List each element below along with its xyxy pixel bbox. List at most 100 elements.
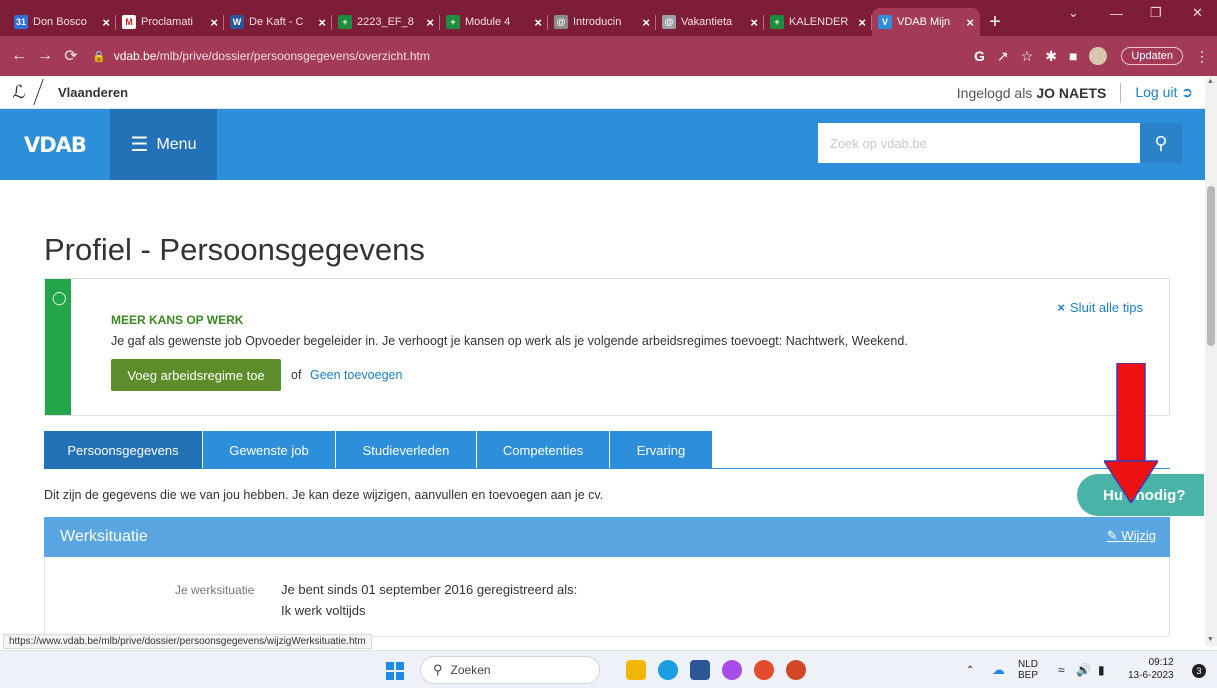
bookmark-star-icon[interactable]: ☆: [1021, 48, 1034, 65]
time: 09:12: [1148, 657, 1174, 668]
tip-strip: ◯: [45, 279, 71, 415]
logged-in-label: Ingelogd als: [956, 84, 1033, 101]
browser-tab[interactable]: V VDAB Mijn ×: [872, 8, 980, 36]
browser-tab[interactable]: 31 Don Bosco ×: [8, 8, 116, 36]
tab-title: Module 4: [465, 16, 511, 28]
tab-search-chevron-icon[interactable]: ⌄: [1068, 0, 1079, 26]
tab-close-icon[interactable]: ×: [102, 15, 110, 30]
browser-tab[interactable]: M Proclamati ×: [116, 8, 224, 36]
tip-text: Je gaf als gewenste job Opvoeder begelei…: [111, 334, 908, 348]
tab-title: 2223_EF_8: [357, 16, 414, 28]
browser-tab-strip: 31 Don Bosco × M Proclamati × W De Kaft - C × +22…: [0, 0, 1217, 36]
google-icon[interactable]: G: [974, 48, 985, 64]
tab-close-icon[interactable]: ×: [642, 15, 650, 30]
tab-gewenste-job[interactable]: Gewenste job: [203, 431, 335, 469]
browser-tab[interactable]: + Module 4 ×: [440, 8, 548, 36]
tab-favicon-icon: @: [554, 15, 568, 29]
url-field[interactable]: 🔒 vdab.be/mlb/prive/dossier/persoonsgege…: [92, 42, 964, 70]
share-icon[interactable]: ↗: [997, 48, 1009, 65]
windows-taskbar: ⚲ Zoeken ⌃ ☁ NLD BEP ≈ 🔊 ▮ 09:12 13-6-202…: [0, 650, 1217, 688]
tab-favicon-icon: W: [230, 15, 244, 29]
browser-menu-icon[interactable]: ⋮: [1195, 48, 1209, 65]
tab-persoonsgegevens[interactable]: Persoonsgegevens: [44, 431, 202, 469]
page-scrollbar[interactable]: ▲ ▼: [1205, 76, 1217, 646]
tab-title: De Kaft - C: [249, 16, 304, 28]
profile-avatar-icon[interactable]: [1089, 47, 1108, 65]
url-path: /mlb/prive/dossier/persoonsgegevens/over…: [156, 49, 430, 63]
language-indicator[interactable]: NLD BEP: [1018, 651, 1038, 688]
scroll-down-icon[interactable]: ▼: [1207, 636, 1214, 643]
url-domain: vdab.be: [113, 49, 157, 63]
browser-tab[interactable]: W De Kaft - C ×: [224, 8, 332, 36]
lightbulb-icon: ◯: [52, 290, 67, 305]
battery-icon[interactable]: ▮: [1098, 651, 1105, 688]
tab-favicon-icon: V: [878, 15, 892, 29]
search-button[interactable]: ⚲: [1140, 123, 1182, 163]
browser-tab[interactable]: + KALENDER ×: [764, 8, 872, 36]
wifi-icon[interactable]: ≈: [1058, 651, 1065, 688]
close-all-tips-link[interactable]: × Sluit alle tips: [1057, 300, 1143, 315]
browser-tab[interactable]: @ Introducin ×: [548, 8, 656, 36]
store-icon[interactable]: [690, 660, 710, 680]
vlaanderen-lion-icon[interactable]: ℒ: [0, 82, 38, 103]
tab-favicon-icon: +: [446, 15, 460, 29]
restore-button[interactable]: ❐: [1150, 0, 1162, 26]
start-icon[interactable]: [386, 662, 404, 680]
taskbar-search[interactable]: ⚲ Zoeken: [420, 656, 600, 684]
minimize-button[interactable]: —: [1110, 0, 1123, 26]
date: 13-6-2023: [1128, 670, 1174, 681]
tab-title: VDAB Mijn: [897, 16, 951, 28]
forward-icon[interactable]: →: [34, 47, 56, 65]
vlaanderen-name[interactable]: Vlaanderen: [58, 85, 128, 100]
tray-overflow-icon[interactable]: ⌃: [966, 651, 974, 688]
tab-competenties[interactable]: Competenties: [477, 431, 609, 469]
red-arrow-annotation: [1104, 363, 1158, 503]
tab-close-icon[interactable]: ×: [210, 15, 218, 30]
notification-badge[interactable]: 3: [1192, 664, 1206, 678]
file-explorer-icon[interactable]: [626, 660, 646, 680]
back-icon[interactable]: ←: [8, 47, 30, 65]
tab-studieverleden[interactable]: Studieverleden: [336, 431, 476, 469]
powerpoint-icon[interactable]: [786, 660, 806, 680]
vdab-logo[interactable]: VDAB: [24, 133, 87, 157]
menu-button[interactable]: ☰ Menu: [110, 109, 217, 180]
divider: [1120, 82, 1122, 103]
site-search-input[interactable]: [818, 123, 1140, 163]
tab-title: KALENDER: [789, 16, 849, 28]
clock[interactable]: 09:12 13-6-2023: [1128, 656, 1174, 682]
tip-or-label: of: [291, 368, 302, 382]
intro-text: Dit zijn de gegevens die we van jou hebb…: [44, 488, 604, 502]
tab-close-icon[interactable]: ×: [534, 15, 542, 30]
tab-favicon-icon: +: [770, 15, 784, 29]
tab-favicon-icon: 31: [14, 15, 28, 29]
edit-link[interactable]: ✎ Wijzig: [1107, 528, 1156, 544]
new-tab-button[interactable]: +: [980, 8, 1010, 36]
volume-icon[interactable]: 🔊: [1076, 651, 1091, 688]
tab-title: Introducin: [573, 16, 622, 28]
tab-ervaring[interactable]: Ervaring: [610, 431, 712, 469]
logout-link[interactable]: Log uit ➲: [1135, 84, 1193, 101]
close-all-tips-label: Sluit alle tips: [1070, 300, 1143, 315]
tab-close-icon[interactable]: ×: [750, 15, 758, 30]
browser-tab[interactable]: @ Vakantieta ×: [656, 8, 764, 36]
tab-close-icon[interactable]: ×: [426, 15, 434, 30]
edge-icon[interactable]: [658, 660, 678, 680]
sidepanel-icon[interactable]: ■: [1069, 48, 1077, 64]
status-url-tooltip: https://www.vdab.be/mlb/prive/dossier/pe…: [3, 634, 372, 649]
reload-icon[interactable]: ⟳: [60, 46, 82, 66]
tab-close-icon[interactable]: ×: [858, 15, 866, 30]
messenger-icon[interactable]: [722, 660, 742, 680]
close-window-button[interactable]: ✕: [1192, 0, 1203, 26]
tab-close-icon[interactable]: ×: [318, 15, 326, 30]
scroll-up-icon[interactable]: ▲: [1207, 78, 1214, 85]
update-button[interactable]: Updaten: [1121, 47, 1183, 65]
browser-tab[interactable]: +2223_EF_8 ×: [332, 8, 440, 36]
skip-link[interactable]: Geen toevoegen: [310, 368, 402, 382]
section-title: Werksituatie: [60, 528, 148, 545]
scroll-thumb[interactable]: [1207, 186, 1215, 346]
onedrive-icon[interactable]: ☁: [992, 651, 1005, 688]
chrome-icon[interactable]: [754, 660, 774, 680]
tab-close-icon[interactable]: ×: [966, 15, 974, 30]
extensions-icon[interactable]: ✱: [1045, 48, 1057, 65]
add-work-regime-button[interactable]: Voeg arbeidsregime toe: [111, 359, 281, 391]
